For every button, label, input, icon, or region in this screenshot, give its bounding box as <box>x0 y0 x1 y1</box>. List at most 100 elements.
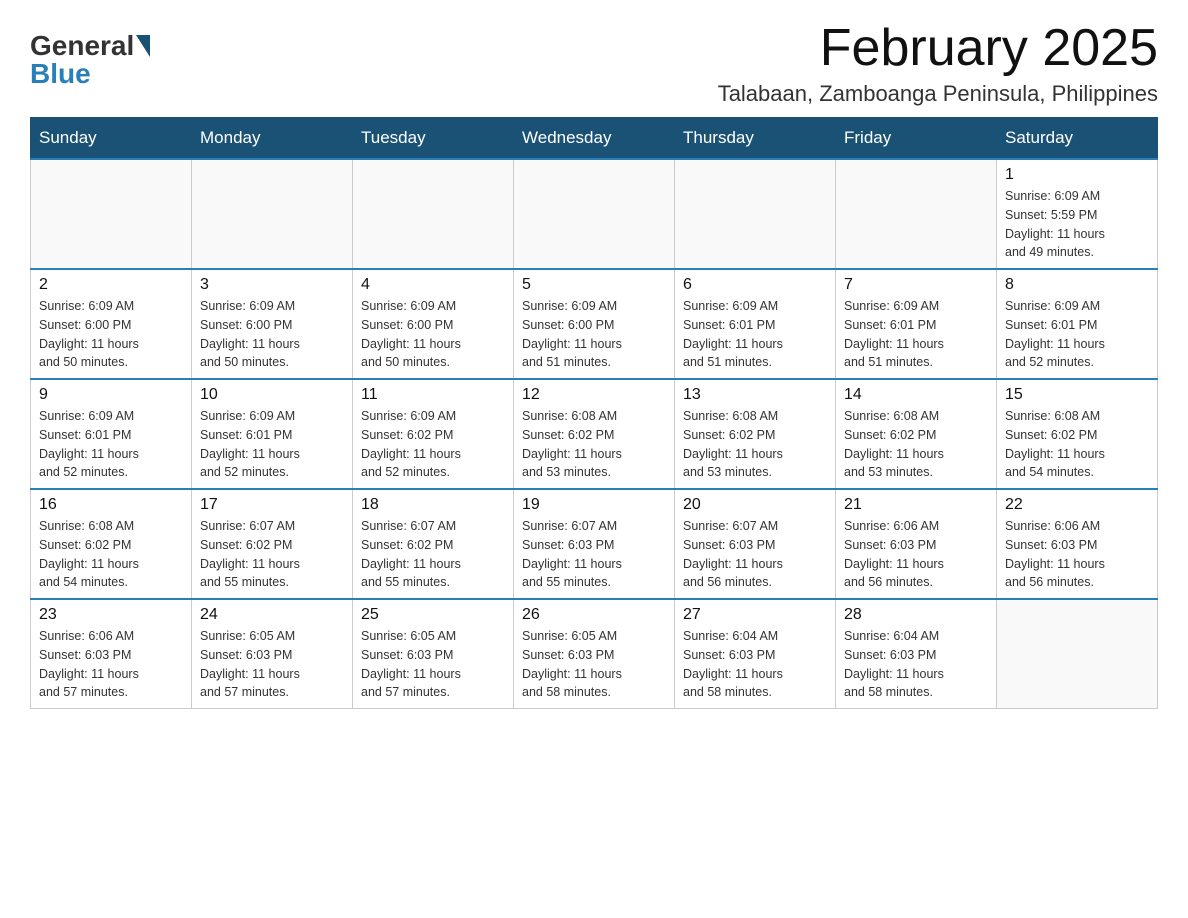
day-number: 26 <box>522 606 666 624</box>
day-number: 1 <box>1005 166 1149 184</box>
calendar-cell: 2 Sunrise: 6:09 AMSunset: 6:00 PMDaylight… <box>31 269 192 379</box>
calendar-cell: 12 Sunrise: 6:08 AMSunset: 6:02 PMDayligh… <box>514 379 675 489</box>
day-number: 8 <box>1005 276 1149 294</box>
calendar-cell: 13Sunrise: 6:08 AMSunset: 6:02 PMDayligh… <box>675 379 836 489</box>
calendar-cell: 23 Sunrise: 6:06 AMSunset: 6:03 PMDayligh… <box>31 599 192 709</box>
day-info: Sunrise: 6:06 AMSunset: 6:03 PMDaylight:… <box>1005 517 1149 592</box>
day-number: 14 <box>844 386 988 404</box>
day-info: Sunrise: 6:09 AMSunset: 6:01 PMDaylight:… <box>200 407 344 482</box>
day-info: Sunrise: 6:05 AMSunset: 6:03 PMDaylight:… <box>361 627 505 702</box>
calendar-cell: 4 Sunrise: 6:09 AMSunset: 6:00 PMDaylight… <box>353 269 514 379</box>
day-number: 23 <box>39 606 183 624</box>
calendar-cell <box>353 159 514 269</box>
calendar-cell <box>514 159 675 269</box>
day-info: Sunrise: 6:09 AMSunset: 6:01 PMDaylight:… <box>683 297 827 372</box>
day-number: 27 <box>683 606 827 624</box>
calendar-cell <box>31 159 192 269</box>
weekday-header-sunday: Sunday <box>31 118 192 160</box>
day-number: 17 <box>200 496 344 514</box>
day-info: Sunrise: 6:07 AMSunset: 6:03 PMDaylight:… <box>522 517 666 592</box>
calendar-cell: 9 Sunrise: 6:09 AMSunset: 6:01 PMDaylight… <box>31 379 192 489</box>
weekday-header-saturday: Saturday <box>997 118 1158 160</box>
calendar-cell: 7Sunrise: 6:09 AMSunset: 6:01 PMDaylight… <box>836 269 997 379</box>
calendar-cell: 1 Sunrise: 6:09 AMSunset: 5:59 PMDaylight… <box>997 159 1158 269</box>
day-info: Sunrise: 6:07 AMSunset: 6:02 PMDaylight:… <box>361 517 505 592</box>
location-title: Talabaan, Zamboanga Peninsula, Philippin… <box>718 81 1158 107</box>
calendar-cell: 17 Sunrise: 6:07 AMSunset: 6:02 PMDayligh… <box>192 489 353 599</box>
weekday-header-wednesday: Wednesday <box>514 118 675 160</box>
weekday-header-thursday: Thursday <box>675 118 836 160</box>
calendar-cell: 26 Sunrise: 6:05 AMSunset: 6:03 PMDayligh… <box>514 599 675 709</box>
calendar-cell <box>997 599 1158 709</box>
weekday-header-row: SundayMondayTuesdayWednesdayThursdayFrid… <box>31 118 1158 160</box>
weekday-header-tuesday: Tuesday <box>353 118 514 160</box>
calendar-cell: 11Sunrise: 6:09 AMSunset: 6:02 PMDayligh… <box>353 379 514 489</box>
day-number: 22 <box>1005 496 1149 514</box>
week-row-4: 16 Sunrise: 6:08 AMSunset: 6:02 PMDayligh… <box>31 489 1158 599</box>
day-info: Sunrise: 6:04 AMSunset: 6:03 PMDaylight:… <box>844 627 988 702</box>
calendar-cell: 19 Sunrise: 6:07 AMSunset: 6:03 PMDayligh… <box>514 489 675 599</box>
day-info: Sunrise: 6:08 AMSunset: 6:02 PMDaylight:… <box>522 407 666 482</box>
calendar-cell: 8 Sunrise: 6:09 AMSunset: 6:01 PMDaylight… <box>997 269 1158 379</box>
day-number: 2 <box>39 276 183 294</box>
calendar-cell: 20Sunrise: 6:07 AMSunset: 6:03 PMDayligh… <box>675 489 836 599</box>
weekday-header-friday: Friday <box>836 118 997 160</box>
logo: General Blue <box>30 20 150 90</box>
day-info: Sunrise: 6:07 AMSunset: 6:03 PMDaylight:… <box>683 517 827 592</box>
logo-blue-text: Blue <box>30 58 91 90</box>
day-number: 21 <box>844 496 988 514</box>
day-info: Sunrise: 6:08 AMSunset: 6:02 PMDaylight:… <box>844 407 988 482</box>
day-info: Sunrise: 6:09 AMSunset: 6:01 PMDaylight:… <box>844 297 988 372</box>
day-info: Sunrise: 6:09 AMSunset: 6:01 PMDaylight:… <box>1005 297 1149 372</box>
calendar-cell: 15 Sunrise: 6:08 AMSunset: 6:02 PMDayligh… <box>997 379 1158 489</box>
header: General Blue February 2025 Talabaan, Zam… <box>30 20 1158 107</box>
day-info: Sunrise: 6:09 AMSunset: 6:00 PMDaylight:… <box>361 297 505 372</box>
day-number: 9 <box>39 386 183 404</box>
day-info: Sunrise: 6:04 AMSunset: 6:03 PMDaylight:… <box>683 627 827 702</box>
logo-arrow-icon <box>136 35 150 57</box>
day-number: 24 <box>200 606 344 624</box>
day-info: Sunrise: 6:09 AMSunset: 6:01 PMDaylight:… <box>39 407 183 482</box>
day-number: 28 <box>844 606 988 624</box>
week-row-3: 9 Sunrise: 6:09 AMSunset: 6:01 PMDaylight… <box>31 379 1158 489</box>
day-number: 5 <box>522 276 666 294</box>
calendar-cell <box>836 159 997 269</box>
day-number: 6 <box>683 276 827 294</box>
day-info: Sunrise: 6:07 AMSunset: 6:02 PMDaylight:… <box>200 517 344 592</box>
day-info: Sunrise: 6:08 AMSunset: 6:02 PMDaylight:… <box>1005 407 1149 482</box>
day-number: 19 <box>522 496 666 514</box>
day-info: Sunrise: 6:06 AMSunset: 6:03 PMDaylight:… <box>39 627 183 702</box>
calendar-cell: 24Sunrise: 6:05 AMSunset: 6:03 PMDayligh… <box>192 599 353 709</box>
title-area: February 2025 Talabaan, Zamboanga Penins… <box>718 20 1158 107</box>
day-info: Sunrise: 6:09 AMSunset: 6:00 PMDaylight:… <box>522 297 666 372</box>
day-info: Sunrise: 6:08 AMSunset: 6:02 PMDaylight:… <box>39 517 183 592</box>
calendar-cell: 16 Sunrise: 6:08 AMSunset: 6:02 PMDayligh… <box>31 489 192 599</box>
day-number: 25 <box>361 606 505 624</box>
day-number: 15 <box>1005 386 1149 404</box>
day-number: 3 <box>200 276 344 294</box>
calendar-cell: 10 Sunrise: 6:09 AMSunset: 6:01 PMDayligh… <box>192 379 353 489</box>
calendar-table: SundayMondayTuesdayWednesdayThursdayFrid… <box>30 117 1158 709</box>
calendar-cell: 5 Sunrise: 6:09 AMSunset: 6:00 PMDaylight… <box>514 269 675 379</box>
calendar-cell: 22 Sunrise: 6:06 AMSunset: 6:03 PMDayligh… <box>997 489 1158 599</box>
calendar-cell <box>675 159 836 269</box>
calendar-cell: 6 Sunrise: 6:09 AMSunset: 6:01 PMDaylight… <box>675 269 836 379</box>
week-row-1: 1 Sunrise: 6:09 AMSunset: 5:59 PMDaylight… <box>31 159 1158 269</box>
day-number: 18 <box>361 496 505 514</box>
day-number: 12 <box>522 386 666 404</box>
week-row-5: 23 Sunrise: 6:06 AMSunset: 6:03 PMDayligh… <box>31 599 1158 709</box>
day-number: 4 <box>361 276 505 294</box>
calendar-cell <box>192 159 353 269</box>
day-number: 10 <box>200 386 344 404</box>
day-info: Sunrise: 6:09 AMSunset: 5:59 PMDaylight:… <box>1005 187 1149 262</box>
day-info: Sunrise: 6:06 AMSunset: 6:03 PMDaylight:… <box>844 517 988 592</box>
day-info: Sunrise: 6:05 AMSunset: 6:03 PMDaylight:… <box>522 627 666 702</box>
calendar-cell: 3 Sunrise: 6:09 AMSunset: 6:00 PMDaylight… <box>192 269 353 379</box>
day-info: Sunrise: 6:09 AMSunset: 6:00 PMDaylight:… <box>200 297 344 372</box>
day-info: Sunrise: 6:08 AMSunset: 6:02 PMDaylight:… <box>683 407 827 482</box>
calendar-cell: 25 Sunrise: 6:05 AMSunset: 6:03 PMDayligh… <box>353 599 514 709</box>
day-number: 16 <box>39 496 183 514</box>
day-info: Sunrise: 6:09 AMSunset: 6:00 PMDaylight:… <box>39 297 183 372</box>
calendar-cell: 27 Sunrise: 6:04 AMSunset: 6:03 PMDayligh… <box>675 599 836 709</box>
calendar-cell: 18 Sunrise: 6:07 AMSunset: 6:02 PMDayligh… <box>353 489 514 599</box>
